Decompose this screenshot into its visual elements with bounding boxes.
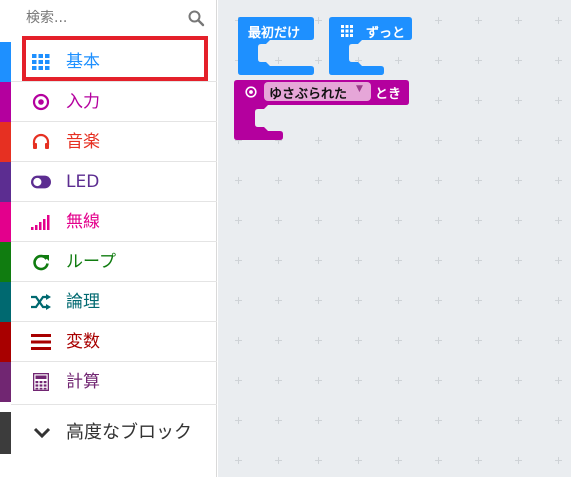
category-basic[interactable]: 基本 [0, 42, 217, 82]
category-loops[interactable]: ループ [0, 242, 217, 282]
category-led[interactable]: LED [0, 162, 217, 202]
gesture-dropdown-value: ゆさぶられた [269, 87, 348, 102]
category-label: 論理 [66, 292, 100, 312]
forever-label: ずっと [366, 26, 406, 41]
category-color-bar [0, 82, 11, 122]
toolbox: 基本 入力 音楽 [0, 0, 217, 477]
category-label: 変数 [66, 332, 100, 352]
on-start-label: 最初だけ [248, 26, 301, 41]
signal-icon [31, 213, 51, 231]
loop-icon [31, 253, 51, 271]
on-gesture-suffix: とき [375, 87, 402, 102]
chevron-down-icon [33, 427, 51, 439]
category-logic[interactable]: 論理 [0, 282, 217, 322]
category-variables[interactable]: 変数 [0, 322, 217, 362]
grid-icon [31, 53, 51, 71]
search-box [11, 0, 217, 36]
category-music[interactable]: 音楽 [0, 122, 217, 162]
category-label: ループ [66, 252, 116, 272]
category-label: 音楽 [66, 132, 100, 152]
target-icon [31, 93, 51, 111]
category-color-bar [0, 282, 11, 322]
category-math[interactable]: 計算 [0, 362, 217, 402]
category-color-bar [0, 362, 11, 402]
category-radio[interactable]: 無線 [0, 202, 217, 242]
category-color-bar [0, 202, 11, 242]
divider [11, 404, 217, 405]
dropdown-arrow-icon: ▼ [356, 84, 363, 94]
category-label: 計算 [66, 372, 100, 392]
headphones-icon [31, 133, 51, 151]
category-label: LED [66, 172, 100, 192]
category-color-bar [0, 122, 11, 162]
shuffle-icon [31, 293, 51, 311]
category-label: 無線 [66, 212, 100, 232]
advanced-blocks-toggle[interactable]: 高度なブロック [0, 412, 217, 454]
toggle-icon [31, 173, 51, 191]
category-color-bar [0, 162, 11, 202]
category-color-bar [0, 42, 11, 82]
category-color-bar [0, 242, 11, 282]
advanced-blocks-label: 高度なブロック [66, 422, 192, 443]
calculator-icon [31, 373, 51, 391]
category-label: 入力 [66, 92, 100, 112]
gesture-dropdown[interactable]: ゆさぶられた ▼ [264, 82, 371, 102]
variable-icon [31, 333, 51, 351]
search-icon[interactable] [187, 9, 205, 27]
category-color-bar [0, 412, 11, 454]
divider [0, 454, 11, 477]
category-color-bar [0, 322, 11, 362]
category-input[interactable]: 入力 [0, 82, 217, 122]
category-label: 基本 [66, 52, 100, 72]
